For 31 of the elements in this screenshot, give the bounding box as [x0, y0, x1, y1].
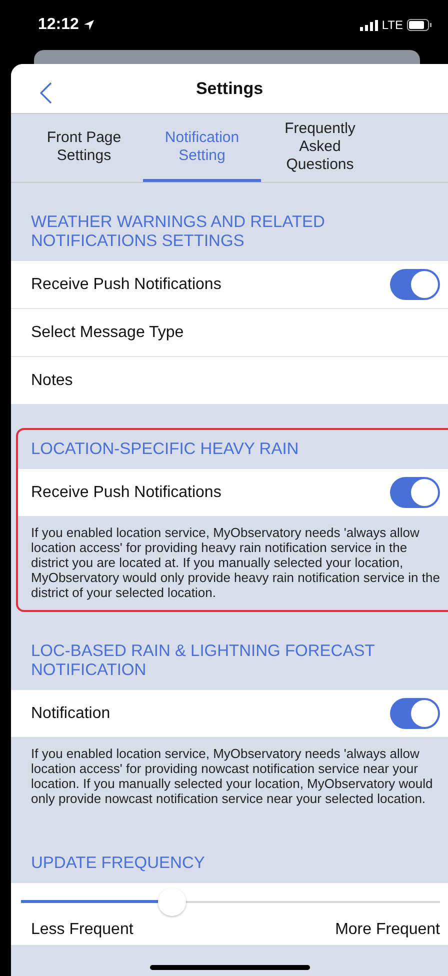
- status-time: 12:12: [38, 16, 79, 34]
- slider[interactable]: [21, 887, 440, 918]
- section-heading: LOC-BASED RAIN & LIGHTNING FORECAST NOTIFICATION: [30, 641, 376, 682]
- row-label: Notification: [31, 704, 110, 723]
- tab[interactable]: Frequently Asked Questions: [261, 114, 379, 182]
- info-text: If you enabled location service, MyObservatory needs 'always allow location access' for providing nowcast notification service near your location. If you manually selected your location, MyObservatory would only provide nowcast notification service near your selected location.: [30, 745, 434, 808]
- row-label: Receive Push Notifications: [31, 484, 222, 502]
- toggle-switch[interactable]: [390, 269, 440, 300]
- network-label: LTE: [382, 18, 403, 32]
- row-label: Receive Push Notifications: [31, 276, 222, 294]
- back-icon[interactable]: [39, 82, 53, 106]
- battery-icon: [407, 19, 432, 31]
- info-text: If you enabled location service, MyObservatory needs 'always allow location access' for providing heavy rain notification service in the district you are located at. If you manually selected your location, MyObservatory would only provide heavy rain notification service in the district of your selected location.: [30, 524, 441, 602]
- settings-row[interactable]: Receive Push Notifications: [11, 261, 448, 310]
- settings-row[interactable]: Select Message Type: [11, 309, 448, 358]
- slider-max-label: More Frequent: [335, 921, 440, 940]
- screen-title: Settings: [196, 78, 264, 98]
- row-label: Notes: [31, 372, 73, 390]
- settings-row[interactable]: Notification: [11, 690, 448, 738]
- settings-row[interactable]: Receive Push Notifications: [18, 469, 448, 516]
- signal-icon: [360, 20, 378, 30]
- location-arrow-icon: [82, 19, 95, 31]
- toggle-switch[interactable]: [390, 477, 440, 508]
- toggle-switch[interactable]: [390, 698, 440, 730]
- settings-row[interactable]: Notes: [11, 357, 448, 404]
- row-label: Select Message Type: [31, 324, 184, 342]
- section-heading: LOCATION-SPECIFIC HEAVY RAIN: [30, 439, 300, 460]
- section-heading: UPDATE FREQUENCY: [30, 853, 206, 874]
- tab[interactable]: Front Page Settings: [25, 114, 143, 182]
- section-heading: WEATHER WARNINGS AND RELATED NOTIFICATIONS SETTINGS: [30, 212, 326, 252]
- slider-min-label: Less Frequent: [31, 921, 134, 940]
